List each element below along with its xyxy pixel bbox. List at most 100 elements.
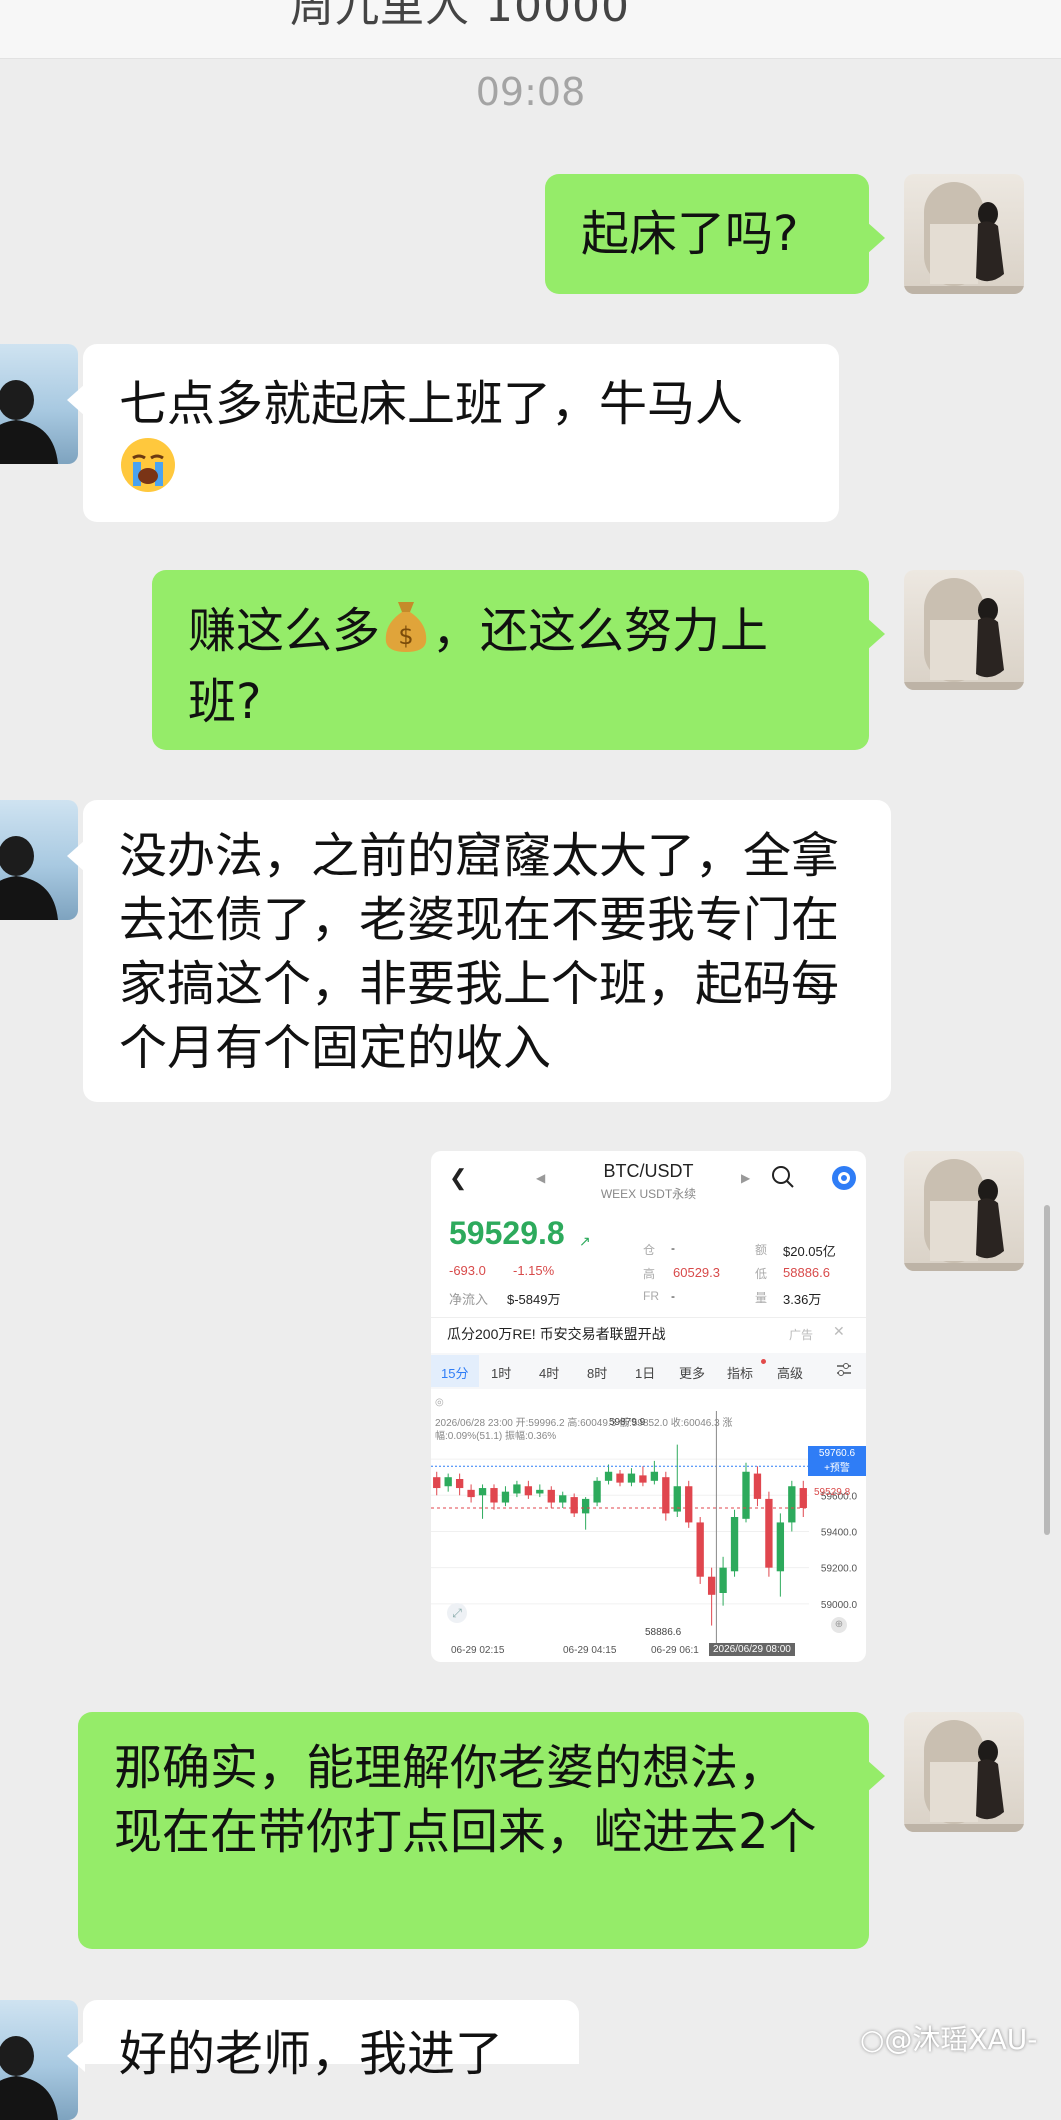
my-avatar[interactable] <box>904 1151 1024 1271</box>
candlestick-chart: 59800.059600.059400.059200.059000.0 <box>431 1411 858 1651</box>
tab-1d: 1日 <box>635 1366 656 1381</box>
candle-body <box>616 1473 624 1483</box>
scrollbar[interactable] <box>1044 1205 1050 1535</box>
message-bubble-incoming[interactable]: 七点多就起床上班了，牛马人 <box>67 344 839 522</box>
candle-body <box>501 1491 510 1503</box>
candle-body <box>650 1471 659 1481</box>
avatar-image <box>904 578 1024 690</box>
candle-body <box>696 1522 704 1577</box>
message-text: 没办法，之前的窟窿太大了，全拿去还债了，老婆现在不要我专门在家搞这个，非要我上个… <box>119 828 840 1076</box>
net-inflow-label: 净流入 <box>449 1292 489 1307</box>
my-avatar[interactable] <box>904 1712 1024 1832</box>
trend-arrow-icon: ↗ <box>579 1233 591 1249</box>
candle-body <box>776 1522 785 1572</box>
candle-body <box>490 1488 498 1503</box>
tab-1h: 1时 <box>491 1366 512 1381</box>
message-bubble-outgoing[interactable]: 赚这么多 $ ，还这么努力上班? <box>152 570 885 750</box>
chart-settings-icon <box>835 1361 853 1384</box>
y-tick-label: 59400.0 <box>821 1527 858 1538</box>
turnover-label: 额 <box>755 1243 768 1257</box>
add-alert-button: +预警 <box>808 1461 866 1476</box>
candle-body <box>707 1576 716 1595</box>
open-interest-label: 仓 <box>643 1243 656 1257</box>
search-icon <box>771 1165 795 1194</box>
notification-dot <box>761 1359 766 1364</box>
current-price-label: 59529.8 <box>814 1487 851 1498</box>
net-inflow-value: $-5849万 <box>507 1292 561 1307</box>
y-tick-label: 59000.0 <box>821 1600 858 1611</box>
candle-body <box>719 1567 727 1593</box>
message-bubble-incoming[interactable]: 好的老师，我进了 <box>67 2000 579 2082</box>
weibo-watermark: ○@沐瑶XAU- <box>860 2023 1038 2056</box>
candle-body <box>433 1477 441 1489</box>
candle-body <box>788 1486 796 1523</box>
previous-message-text: 周九里人 10000 <box>290 0 630 32</box>
candle-body <box>799 1488 807 1508</box>
candle-body <box>685 1486 693 1523</box>
pair-title: BTC/USDT <box>603 1161 694 1181</box>
price-alert-tag: 59760.6 <box>808 1446 866 1461</box>
message-bubble-outgoing[interactable]: 那确实，能理解你老婆的想法，现在在带你打点回来，崆进去2个 <box>78 1712 885 1949</box>
tab-15m: 15分 <box>441 1366 469 1381</box>
quantity-label: 量 <box>755 1291 768 1305</box>
message-text: 起床了吗? <box>581 206 799 262</box>
high-label: 高 <box>643 1267 656 1281</box>
candle-body <box>559 1495 567 1503</box>
close-icon: ✕ <box>833 1323 845 1339</box>
message-bubble-outgoing[interactable]: 起床了吗? <box>545 174 885 294</box>
avatar-image <box>904 1720 1024 1832</box>
open-interest-value: - <box>671 1241 675 1255</box>
message-bubble-incoming[interactable]: 没办法，之前的窟窿太大了，全拿去还债了，老婆现在不要我专门在家搞这个，非要我上个… <box>67 800 891 1102</box>
candle-body <box>627 1473 636 1483</box>
tab-8h: 8时 <box>587 1366 608 1381</box>
reset-view-icon: ⊕ <box>831 1617 847 1633</box>
price-change-pct: -1.15% <box>513 1263 555 1278</box>
tab-4h: 4时 <box>539 1366 560 1381</box>
candle-body <box>478 1488 487 1496</box>
price-change: -693.0 <box>449 1263 486 1278</box>
candle-body <box>536 1489 544 1494</box>
x-tick: 06-29 04:15 <box>563 1645 617 1656</box>
candle-body <box>639 1475 647 1483</box>
promo-banner: 瓜分200万RE! 币安交易者联盟开战 <box>447 1326 666 1342</box>
avatar-image <box>904 1159 1024 1271</box>
candle-body <box>730 1517 739 1572</box>
candle-body <box>604 1471 613 1481</box>
chart-high-marker: 59879.9 <box>609 1417 646 1428</box>
y-tick-label: 59200.0 <box>821 1564 858 1575</box>
x-tick: 06-29 06:1 <box>651 1645 699 1656</box>
expand-chart-icon: ⤢ <box>447 1603 467 1623</box>
turnover-value: $20.05亿 <box>783 1244 836 1259</box>
candle-body <box>467 1489 475 1498</box>
trading-screenshot-image[interactable]: ❮ ◀ BTC/USDT WEEX USDT永续 ▶ 59529.8 ↗ -69… <box>431 1151 866 1662</box>
candle-body <box>742 1471 750 1519</box>
avatar-image <box>904 182 1024 294</box>
chart-low-marker: 58886.6 <box>645 1627 682 1638</box>
candle-body <box>524 1486 533 1496</box>
message-text: 好的老师，我进了 <box>119 2026 504 2082</box>
money-bag-emoji-icon: $ <box>380 598 432 670</box>
assistant-icon <box>831 1165 857 1196</box>
last-price: 59529.8 <box>449 1215 565 1251</box>
candle-body <box>593 1480 601 1503</box>
crying-emoji-icon <box>119 436 177 510</box>
low-value: 58886.6 <box>783 1265 830 1280</box>
ad-label: 广告 <box>789 1328 814 1342</box>
svg-text:$: $ <box>398 622 413 650</box>
funding-rate-label: FR <box>643 1289 659 1303</box>
candle-body <box>444 1477 452 1487</box>
previous-message-card[interactable]: 周九里人 10000 <box>0 0 1061 59</box>
my-avatar[interactable] <box>904 570 1024 690</box>
message-text: 那确实，能理解你老婆的想法，现在在带你打点回来，崆进去2个 <box>114 1740 817 1860</box>
candle-body <box>513 1484 521 1494</box>
timestamp: 09:08 <box>475 70 586 114</box>
candle-body <box>455 1479 464 1489</box>
candle-body <box>765 1498 773 1568</box>
high-value: 60529.3 <box>673 1265 720 1280</box>
tab-more: 更多 <box>679 1366 706 1381</box>
quantity-value: 3.36万 <box>783 1292 822 1307</box>
my-avatar[interactable] <box>904 174 1024 294</box>
message-text: 七点多就起床上班了，牛马人 <box>119 376 744 432</box>
candle-body <box>547 1489 555 1503</box>
tab-advanced: 高级 <box>777 1366 804 1381</box>
